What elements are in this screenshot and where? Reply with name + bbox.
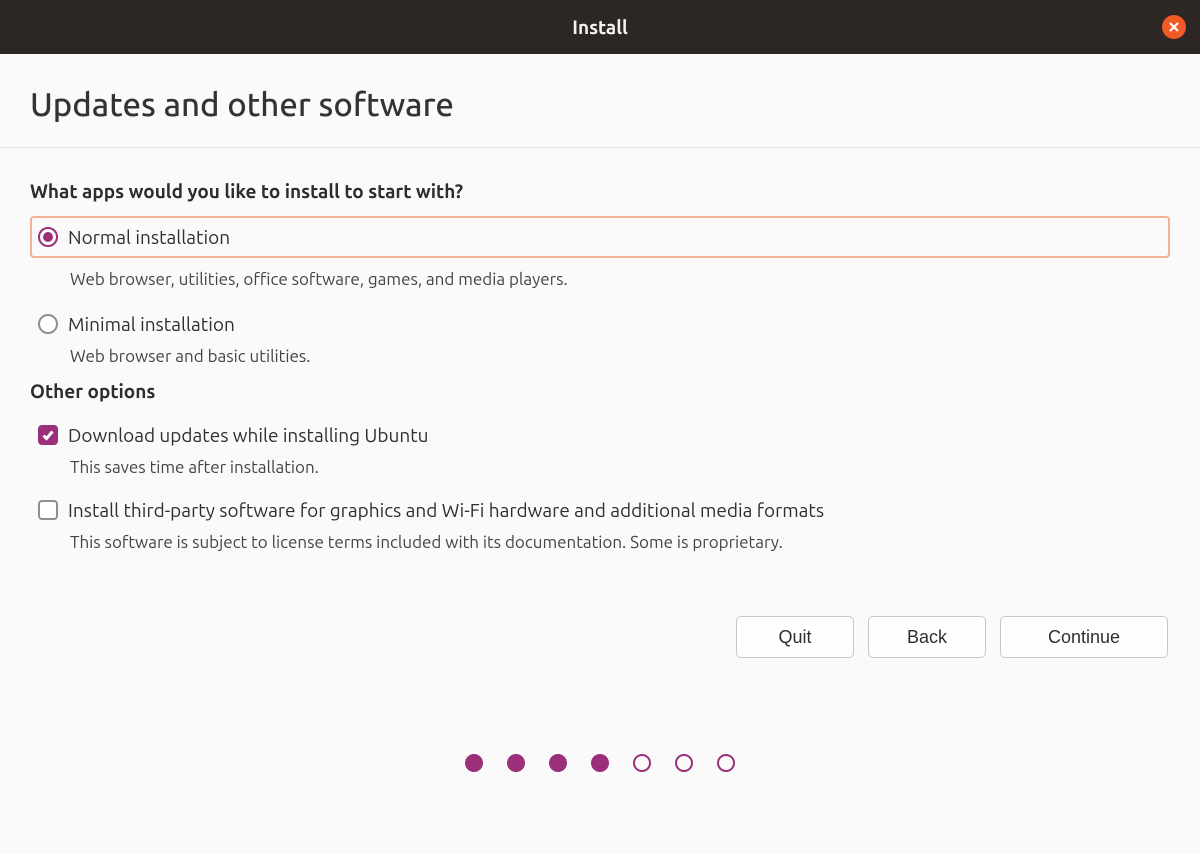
radio-normal-indicator[interactable] [38, 227, 58, 247]
radio-normal-label: Normal installation [68, 226, 230, 248]
checkbox-thirdparty-label: Install third-party software for graphic… [68, 499, 824, 521]
checkbox-thirdparty-software[interactable]: Install third-party software for graphic… [30, 491, 1170, 521]
apps-question: What apps would you like to install to s… [30, 180, 1170, 202]
progress-dot [465, 754, 483, 772]
progress-dot [591, 754, 609, 772]
checkbox-download-updates[interactable]: Download updates while installing Ubuntu [30, 416, 1170, 446]
radio-minimal-indicator[interactable] [38, 314, 58, 334]
checkmark-icon [41, 428, 55, 442]
continue-button[interactable]: Continue [1000, 616, 1168, 658]
checkbox-thirdparty-desc: This software is subject to license term… [70, 533, 1170, 552]
radio-normal-desc: Web browser, utilities, office software,… [70, 270, 1170, 289]
checkbox-download-label: Download updates while installing Ubuntu [68, 424, 429, 446]
progress-dot [633, 754, 651, 772]
window-title: Install [572, 16, 628, 38]
button-row: Quit Back Continue [30, 616, 1170, 658]
checkbox-download-indicator[interactable] [38, 425, 58, 445]
back-button[interactable]: Back [868, 616, 986, 658]
quit-button[interactable]: Quit [736, 616, 854, 658]
radio-minimal-label: Minimal installation [68, 313, 235, 335]
progress-dot [717, 754, 735, 772]
other-options-heading: Other options [30, 380, 1170, 402]
progress-dot [549, 754, 567, 772]
radio-minimal-installation[interactable]: Minimal installation [30, 303, 1170, 335]
progress-dot [675, 754, 693, 772]
progress-dot [507, 754, 525, 772]
radio-minimal-desc: Web browser and basic utilities. [70, 347, 1170, 366]
titlebar: Install [0, 0, 1200, 54]
checkbox-download-desc: This saves time after installation. [70, 458, 1170, 477]
progress-indicator [30, 754, 1170, 772]
close-icon [1168, 21, 1180, 33]
checkbox-thirdparty-indicator[interactable] [38, 500, 58, 520]
page-title: Updates and other software [30, 86, 1170, 123]
radio-normal-installation[interactable]: Normal installation [30, 216, 1170, 258]
close-button[interactable] [1162, 15, 1186, 39]
